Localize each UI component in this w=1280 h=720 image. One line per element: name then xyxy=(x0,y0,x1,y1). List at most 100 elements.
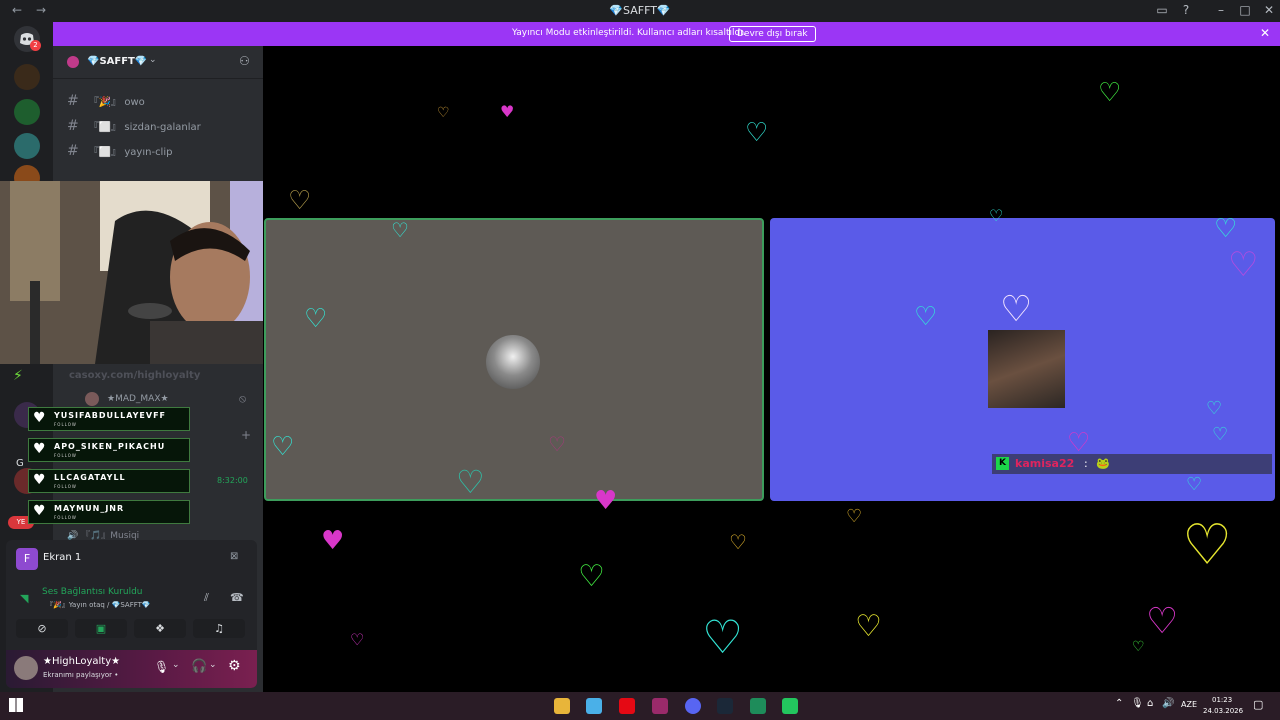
mute-icon: ⦸ xyxy=(239,392,247,405)
heart-icon: ♡ xyxy=(1098,78,1122,108)
channel-prefix: 『⬜』 xyxy=(88,122,122,133)
user-name[interactable]: ★HighLoyalty★ xyxy=(43,656,120,667)
app-icon[interactable] xyxy=(652,698,668,714)
headphones-icon[interactable]: 🎧 xyxy=(191,659,207,674)
follow-label: FOLLOW xyxy=(54,515,77,520)
screen-share-label: Ekran 1 xyxy=(43,552,82,563)
follower-name: MAYMUN_JNR xyxy=(54,504,125,513)
voice-user-name[interactable]: ★MAD_MAX★ xyxy=(107,394,169,404)
discord-taskbar-icon[interactable] xyxy=(685,698,701,714)
chevron-down-icon[interactable]: ⌄ xyxy=(172,660,180,670)
netflix-icon[interactable] xyxy=(619,698,635,714)
screen-share-tile[interactable]: K kamisa22 : 🐸 xyxy=(770,218,1275,501)
inbox-icon[interactable]: ▭ xyxy=(1152,3,1172,17)
server-header[interactable]: 💎SAFFT💎 ⌄ ⚇ xyxy=(53,46,263,79)
server-avatar xyxy=(67,56,79,68)
app-icon[interactable] xyxy=(750,698,766,714)
close-window-icon[interactable]: ✕ xyxy=(1259,3,1279,17)
heart-icon: ♡ xyxy=(1182,513,1233,578)
follower-name: LLCAGATAYLL xyxy=(54,473,126,482)
follow-label: FOLLOW xyxy=(54,453,77,458)
heart-icon: ♡ xyxy=(1067,428,1091,458)
notification-icon[interactable]: ▢ xyxy=(1253,698,1263,711)
microphone-icon[interactable]: 🎙 xyxy=(154,660,169,674)
add-icon[interactable]: + xyxy=(241,428,251,442)
activities-button[interactable]: ❖ xyxy=(134,619,186,638)
windows-start-icon[interactable] xyxy=(9,698,23,712)
chevron-down-icon[interactable]: ⌄ xyxy=(209,660,217,670)
minimize-icon[interactable]: – xyxy=(1211,3,1231,17)
server-name: 💎SAFFT💎 xyxy=(87,56,148,67)
window-title: 💎SAFFT💎 xyxy=(609,4,671,17)
screen-share-button[interactable]: ▣ xyxy=(75,619,127,638)
help-icon[interactable]: ? xyxy=(1176,3,1196,17)
heart-icon: ♡ xyxy=(391,218,409,242)
follow-alert: ♥ YUSIFABDULLAYEVFF FOLLOW xyxy=(28,407,190,431)
server-fragment: G xyxy=(16,458,24,469)
heart-icon: ♡ xyxy=(745,118,769,148)
participant-tile[interactable] xyxy=(264,218,764,501)
discord-app: ← → 💎SAFFT💎 ▭ ? – □ ✕ Yayıncı Modu etkin… xyxy=(0,0,1280,720)
soundboard-button[interactable]: ♫ xyxy=(193,619,245,638)
chevron-down-icon: ⌄ xyxy=(149,55,157,65)
steam-icon[interactable] xyxy=(717,698,733,714)
clock-date[interactable]: 24.03.2026 xyxy=(1203,707,1243,715)
heart-icon: ♥ xyxy=(33,472,46,488)
heart-icon: ♥ xyxy=(33,503,46,519)
shared-webcam-preview xyxy=(988,330,1065,408)
channel-item[interactable]: # 『🎉』 owo xyxy=(67,93,145,109)
chat-separator: : xyxy=(1084,457,1088,470)
stream-timer: 8:32:00 xyxy=(217,476,248,485)
store-icon[interactable] xyxy=(586,698,602,714)
heart-icon: ♡ xyxy=(729,530,747,554)
channel-name: yayın-clip xyxy=(124,147,173,158)
kick-logo-icon: K xyxy=(996,457,1009,470)
heart-icon: ♡ xyxy=(989,206,1004,225)
noise-suppression-icon[interactable]: ⫽ xyxy=(204,591,209,605)
maximize-icon[interactable]: □ xyxy=(1235,3,1255,17)
channel-prefix: 『🎉』 xyxy=(88,97,122,108)
file-explorer-icon[interactable] xyxy=(554,698,570,714)
participant-avatar xyxy=(486,335,540,389)
server-icon[interactable] xyxy=(14,99,40,125)
activities-icon: ❖ xyxy=(155,622,165,635)
network-icon[interactable]: ⌂ xyxy=(1147,698,1153,709)
heart-icon: ♡ xyxy=(1186,474,1203,495)
heart-icon: ♡ xyxy=(1228,245,1259,285)
windows-taskbar: ⌃ 🎙 ⌂ 🔊 AZE 01:23 24.03.2026 ▢ xyxy=(0,692,1280,720)
follow-alert: ♥ APO_SIKEN_PIKACHU FOLLOW xyxy=(28,438,190,462)
streamer-mode-banner: Yayıncı Modu etkinleştirildi. Kullanıcı … xyxy=(53,22,1280,46)
add-member-icon[interactable]: ⚇ xyxy=(239,54,250,68)
heart-icon: ♡ xyxy=(437,105,450,121)
settings-gear-icon[interactable]: ⚙ xyxy=(228,658,241,674)
app-icon[interactable] xyxy=(782,698,798,714)
soundboard-icon: ♫ xyxy=(214,622,224,635)
follow-alert: ♥ MAYMUN_JNR FOLLOW xyxy=(28,500,190,524)
heart-icon: ♡ xyxy=(1132,639,1145,655)
server-icon[interactable] xyxy=(14,133,40,159)
language-indicator[interactable]: AZE xyxy=(1181,700,1197,709)
disable-streamer-mode-button[interactable]: Devre dışı bırak xyxy=(729,26,816,42)
volume-icon[interactable]: 🔊 xyxy=(1162,698,1174,709)
channel-item[interactable]: # 『⬜』 yayın-clip xyxy=(67,143,172,159)
title-bar: ← → 💎SAFFT💎 ▭ ? – □ ✕ xyxy=(0,0,1280,22)
channel-item[interactable]: # 『⬜』 sizdan-galanlar xyxy=(67,118,201,134)
chevron-up-icon[interactable]: ⌃ xyxy=(1115,698,1123,709)
webcam-picture xyxy=(0,181,279,364)
camera-off-icon: ⊘ xyxy=(37,622,47,635)
heart-icon: ♡ xyxy=(1146,601,1179,642)
clock-time[interactable]: 01:23 xyxy=(1212,696,1232,704)
server-icon[interactable] xyxy=(14,64,40,90)
camera-off-button[interactable]: ⊘ xyxy=(16,619,68,638)
close-stream-icon[interactable]: ⊠ xyxy=(230,551,238,562)
hash-icon: # xyxy=(67,118,79,134)
connection-status[interactable]: Ses Bağlantısı Kuruldu xyxy=(42,587,142,597)
disconnect-icon[interactable]: ☎ xyxy=(230,591,244,604)
heart-icon: ♡ xyxy=(548,432,566,456)
webcam-overlay xyxy=(0,181,279,364)
connection-detail[interactable]: 『🎉』Yayın otaq / 💎SAFFT💎 xyxy=(46,600,151,610)
avatar[interactable] xyxy=(14,656,38,680)
banner-close-icon[interactable]: ✕ xyxy=(1260,26,1270,40)
microphone-icon[interactable]: 🎙 xyxy=(1131,698,1144,709)
signal-icon: ◥ xyxy=(20,592,29,605)
